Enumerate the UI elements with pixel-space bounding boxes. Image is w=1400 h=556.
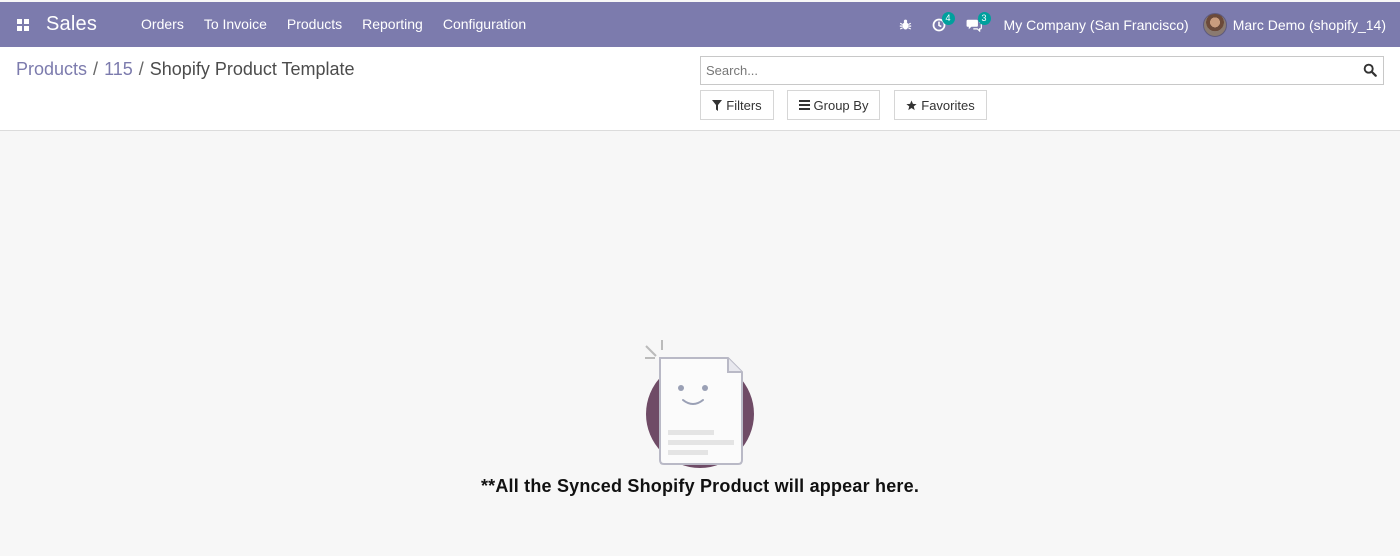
breadcrumb-separator: / — [138, 59, 144, 79]
filters-label: Filters — [726, 97, 762, 113]
favorites-label: Favorites — [921, 97, 975, 113]
message-count-badge: 3 — [977, 12, 991, 25]
breadcrumb-products[interactable]: Products — [16, 59, 87, 79]
smiling-document-icon — [645, 340, 754, 468]
breadcrumb-separator: / — [93, 59, 99, 79]
bars-icon — [798, 100, 810, 110]
empty-state-message: **All the Synced Shopify Product will ap… — [480, 476, 920, 496]
group-by-button[interactable]: Group By — [787, 90, 880, 120]
menu-configuration[interactable]: Configuration — [433, 2, 536, 47]
control-panel: Products/115/Shopify Product Template Fi… — [0, 47, 1400, 131]
star-icon — [906, 99, 917, 110]
debug-menu[interactable] — [889, 2, 922, 47]
main-menu: Orders To Invoice Products Reporting Con… — [131, 2, 536, 47]
empty-state: **All the Synced Shopify Product will ap… — [0, 132, 1400, 556]
user-name: Marc Demo (shopify_14) — [1232, 16, 1386, 33]
menu-orders[interactable]: Orders — [131, 2, 194, 47]
top-navbar: Sales Orders To Invoice Products Reporti… — [0, 2, 1400, 47]
filters-button[interactable]: Filters — [700, 90, 774, 120]
search-input[interactable] — [701, 57, 1351, 84]
menu-products[interactable]: Products — [277, 2, 352, 47]
page-title: Shopify Product Template — [149, 59, 355, 79]
activity-count-badge: 4 — [941, 12, 955, 25]
user-menu[interactable]: Marc Demo (shopify_14) — [1202, 12, 1400, 37]
menu-reporting[interactable]: Reporting — [352, 2, 433, 47]
favorites-button[interactable]: Favorites — [894, 90, 987, 120]
company-switcher[interactable]: My Company (San Francisco) — [992, 17, 1203, 33]
messaging-menu[interactable]: 3 — [956, 2, 992, 47]
activity-menu[interactable]: 4 — [922, 2, 956, 47]
breadcrumb-record[interactable]: 115 — [104, 59, 133, 79]
app-name[interactable]: Sales — [46, 13, 97, 36]
avatar — [1202, 12, 1227, 37]
bug-icon — [899, 19, 911, 30]
search-box — [700, 56, 1384, 85]
menu-to-invoice[interactable]: To Invoice — [194, 2, 277, 47]
apps-icon[interactable] — [0, 2, 46, 47]
breadcrumb: Products/115/Shopify Product Template — [16, 59, 355, 80]
filter-icon — [712, 99, 723, 111]
search-icon[interactable] — [1363, 63, 1377, 77]
group-by-label: Group By — [813, 97, 869, 113]
